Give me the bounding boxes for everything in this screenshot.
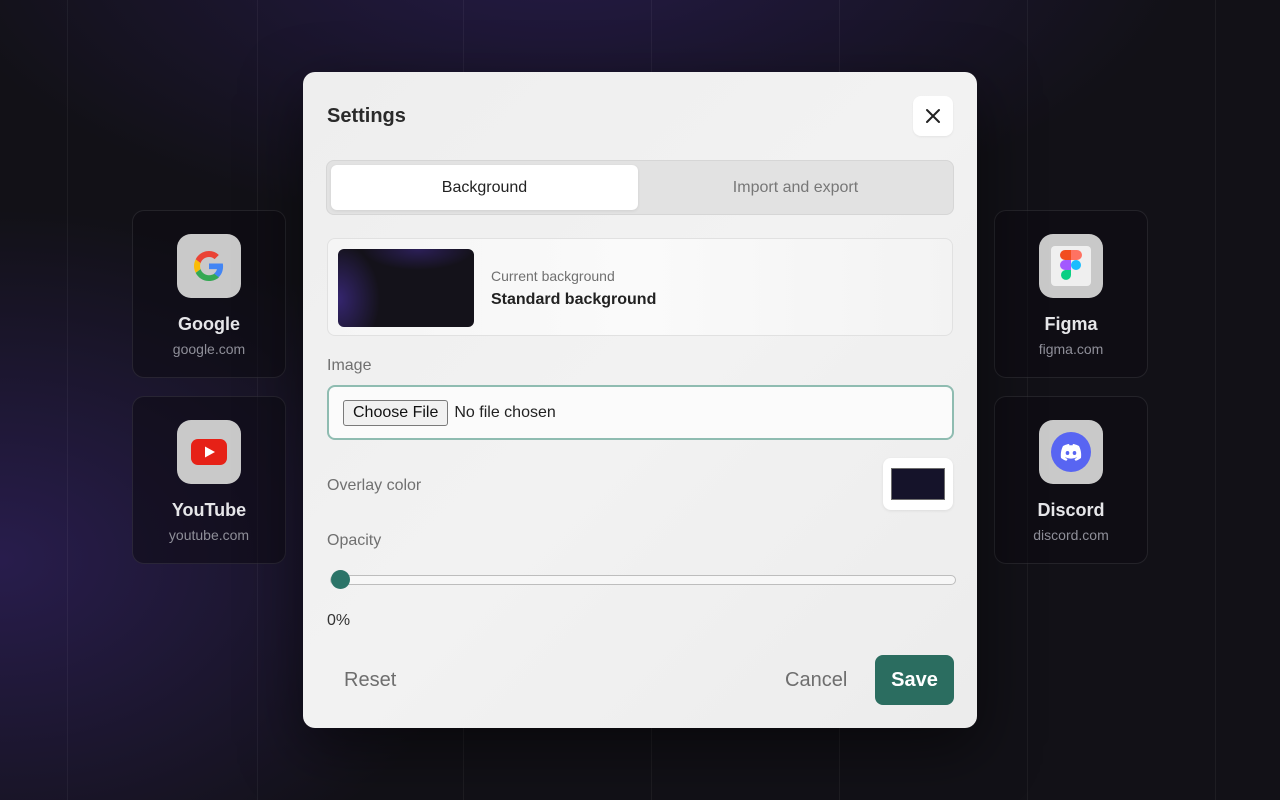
opacity-slider-thumb[interactable] — [331, 570, 350, 589]
shortcut-name: Figma — [1044, 314, 1098, 334]
youtube-icon — [177, 420, 241, 484]
overlay-color-chip — [891, 468, 945, 500]
tab-background[interactable]: Background — [331, 165, 638, 210]
save-button[interactable]: Save — [875, 655, 954, 705]
cancel-button[interactable]: Cancel — [785, 655, 847, 705]
shortcut-url: google.com — [172, 341, 246, 357]
current-background-value: Standard background — [491, 291, 657, 308]
image-label: Image — [327, 357, 372, 374]
overlay-color-picker[interactable] — [883, 458, 953, 510]
current-background-label: Current background — [491, 268, 615, 284]
google-icon — [177, 234, 241, 298]
opacity-value: 0% — [327, 612, 351, 629]
figma-icon — [1039, 234, 1103, 298]
shortcut-tile-figma[interactable]: Figma figma.com — [994, 210, 1148, 378]
background-gridline — [67, 0, 68, 800]
opacity-label: Opacity — [327, 532, 382, 549]
background-thumbnail — [338, 249, 474, 327]
opacity-slider-track[interactable] — [330, 575, 956, 585]
shortcut-name: Google — [178, 314, 240, 334]
shortcut-url: discord.com — [1033, 527, 1109, 543]
shortcut-tile-google[interactable]: Google google.com — [132, 210, 286, 378]
discord-icon — [1039, 420, 1103, 484]
current-background-card: Current background Standard background — [327, 238, 953, 336]
shortcut-tile-youtube[interactable]: YouTube youtube.com — [132, 396, 286, 564]
shortcut-url: youtube.com — [168, 527, 250, 543]
shortcut-tile-discord[interactable]: Discord discord.com — [994, 396, 1148, 564]
settings-tabs: Background Import and export — [326, 160, 954, 215]
background-gridline — [1215, 0, 1216, 800]
tab-import-export[interactable]: Import and export — [642, 165, 949, 210]
overlay-color-label: Overlay color — [327, 477, 422, 494]
close-button[interactable] — [913, 96, 953, 136]
shortcut-url: figma.com — [1038, 341, 1104, 357]
image-file-input[interactable]: Choose File No file chosen — [327, 385, 954, 440]
shortcut-name: YouTube — [171, 500, 247, 520]
file-status: No file chosen — [454, 403, 556, 421]
close-icon — [926, 109, 940, 123]
reset-button[interactable]: Reset — [344, 655, 396, 705]
choose-file-button[interactable]: Choose File — [343, 399, 449, 426]
dialog-title: Settings — [327, 105, 406, 127]
shortcut-name: Discord — [1037, 500, 1105, 520]
settings-dialog: Settings Background Import and export Cu… — [303, 72, 977, 728]
